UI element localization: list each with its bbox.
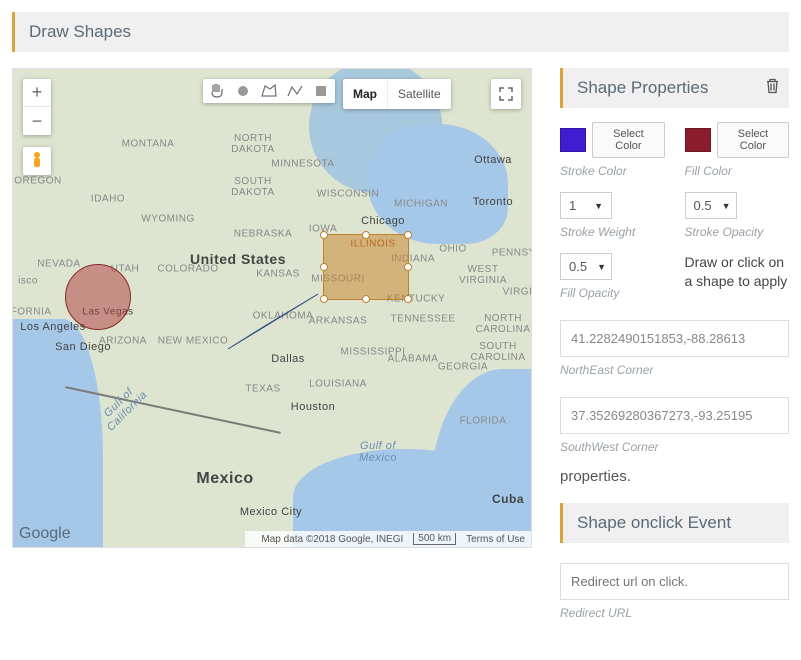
- terms-link[interactable]: Terms of Use: [466, 534, 525, 545]
- zoom-out-button[interactable]: −: [23, 107, 51, 135]
- delete-shape-button[interactable]: [766, 79, 779, 98]
- redirect-url-input[interactable]: [560, 563, 789, 600]
- zoom-controls: + −: [23, 79, 51, 135]
- google-logo: Google: [19, 525, 71, 543]
- apply-hint: Draw or click on a shape to apply: [685, 253, 790, 291]
- map-scale: 500 km: [413, 533, 456, 545]
- fill-color-label: Fill Color: [685, 164, 790, 178]
- pegman-icon[interactable]: [23, 147, 51, 175]
- map-attribution: Map data ©2018 Google, INEGI: [261, 534, 403, 545]
- chevron-down-icon: ▼: [594, 201, 603, 211]
- stroke-color-swatch[interactable]: [560, 128, 586, 152]
- fill-color-swatch[interactable]: [685, 128, 711, 152]
- properties-panel: Shape Properties Select Color Stroke Col…: [560, 68, 789, 634]
- stroke-weight-label: Stroke Weight: [560, 225, 665, 239]
- select-fill-color-button[interactable]: Select Color: [717, 122, 789, 158]
- circle-tool-icon[interactable]: [235, 83, 251, 99]
- stroke-color-label: Stroke Color: [560, 164, 665, 178]
- map-type-map[interactable]: Map: [343, 79, 388, 109]
- select-stroke-color-button[interactable]: Select Color: [592, 122, 664, 158]
- stroke-weight-value: 1: [569, 198, 576, 213]
- northeast-corner-label: NorthEast Corner: [560, 363, 789, 377]
- onclick-title-bar: Shape onclick Event: [560, 503, 789, 543]
- map-credits: Map data ©2018 Google, INEGI 500 km Term…: [245, 531, 531, 547]
- zoom-in-button[interactable]: +: [23, 79, 51, 107]
- drawn-rectangle[interactable]: [323, 234, 409, 300]
- rectangle-tool-icon[interactable]: [313, 83, 329, 99]
- page-title: Draw Shapes: [29, 22, 131, 41]
- main-layout: ONTARIO MONTANA NORTH DAKOTA MINNESOTA O…: [12, 68, 789, 634]
- page-title-bar: Draw Shapes: [12, 12, 789, 52]
- redirect-url-label: Redirect URL: [560, 606, 789, 620]
- southwest-corner-input[interactable]: [560, 397, 789, 434]
- properties-title-bar: Shape Properties: [560, 68, 789, 108]
- properties-text: properties.: [560, 468, 789, 485]
- southwest-corner-label: SouthWest Corner: [560, 440, 789, 454]
- chevron-down-icon: ▼: [597, 262, 606, 272]
- stroke-opacity-select[interactable]: 0.5 ▼: [685, 192, 737, 219]
- chevron-down-icon: ▼: [722, 201, 731, 211]
- drawing-toolbar: [203, 79, 335, 103]
- northeast-corner-input[interactable]: [560, 320, 789, 357]
- drawn-circle[interactable]: [65, 264, 131, 330]
- fill-opacity-label: Fill Opacity: [560, 286, 665, 300]
- map-type-satellite[interactable]: Satellite: [388, 79, 451, 109]
- onclick-title: Shape onclick Event: [577, 513, 731, 532]
- map-type-switch: Map Satellite: [343, 79, 451, 109]
- fill-opacity-value: 0.5: [569, 259, 587, 274]
- fill-opacity-select[interactable]: 0.5 ▼: [560, 253, 612, 280]
- stroke-opacity-value: 0.5: [694, 198, 712, 213]
- stroke-weight-select[interactable]: 1 ▼: [560, 192, 612, 219]
- map-water: [12, 319, 103, 548]
- stroke-opacity-label: Stroke Opacity: [685, 225, 790, 239]
- map-canvas[interactable]: ONTARIO MONTANA NORTH DAKOTA MINNESOTA O…: [12, 68, 532, 548]
- properties-title: Shape Properties: [577, 78, 708, 97]
- polygon-tool-icon[interactable]: [261, 83, 277, 99]
- pan-tool-icon[interactable]: [209, 83, 225, 99]
- drawn-polygon[interactable]: [213, 294, 323, 354]
- fullscreen-button[interactable]: [491, 79, 521, 109]
- polyline-tool-icon[interactable]: [287, 83, 303, 99]
- map-water: [368, 124, 508, 244]
